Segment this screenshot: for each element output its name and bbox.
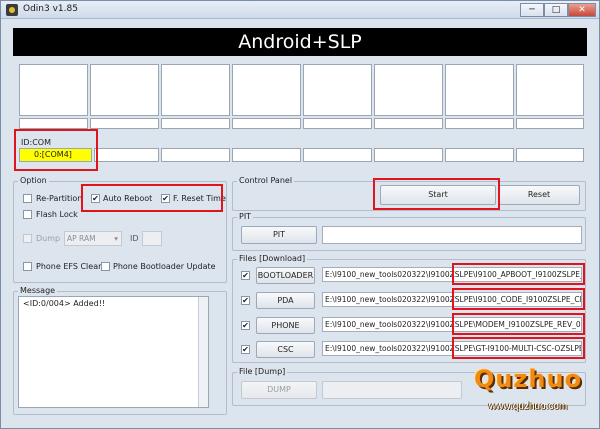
phone-bootloader-update-checkbox[interactable]: [101, 262, 110, 271]
message-group-label: Message: [18, 286, 58, 295]
pit-group-label: PIT: [237, 212, 254, 221]
ram-select[interactable]: AP RAM ▾: [64, 231, 122, 246]
message-scrollbar[interactable]: [198, 297, 208, 407]
slot-status: [303, 118, 372, 129]
com-port-field: [445, 148, 514, 162]
slot-status: [445, 118, 514, 129]
pit-path-field[interactable]: [322, 226, 582, 244]
com-port-field: [161, 148, 230, 162]
bootloader-button[interactable]: BOOTLOADER: [256, 267, 315, 284]
com-port-field: [516, 148, 584, 162]
chevron-down-icon: ▾: [114, 234, 118, 243]
id-field[interactable]: [142, 231, 162, 246]
pit-button[interactable]: PIT: [241, 226, 317, 244]
device-slot: [445, 64, 514, 116]
device-slot: [232, 64, 301, 116]
dump-button[interactable]: DUMP: [241, 381, 317, 399]
odin-app-icon: [6, 4, 18, 16]
com-port-field: [303, 148, 372, 162]
com-port-field: [374, 148, 443, 162]
dump-checkbox[interactable]: [23, 234, 32, 243]
highlight-csc-file: [452, 337, 585, 359]
phone-button[interactable]: PHONE: [256, 317, 315, 334]
id-label: ID: [130, 234, 139, 243]
phone-bootloader-update-label: Phone Bootloader Update: [113, 262, 216, 271]
highlight-phone-file: [452, 313, 585, 335]
close-button[interactable]: ✕: [568, 3, 596, 17]
re-partition-checkbox[interactable]: [23, 194, 32, 203]
slot-status: [374, 118, 443, 129]
highlight-idcom: [14, 129, 98, 171]
highlight-bootloader-file: [452, 263, 585, 285]
message-text: <ID:0/004> Added!!: [23, 299, 106, 308]
phone-efs-clear-label: Phone EFS Clear: [36, 262, 102, 271]
odin-window: Odin3 v1.85 ─ □ ✕ Android+SLP ID:COM 0:[…: [0, 0, 600, 429]
bootloader-checkbox[interactable]: ✔: [241, 271, 250, 280]
device-slot: [374, 64, 443, 116]
maximize-button[interactable]: □: [544, 3, 568, 17]
option-group-label: Option: [18, 176, 49, 185]
watermark-url: www.quzhuo.com: [488, 401, 568, 412]
dump-path-field[interactable]: [322, 381, 462, 399]
highlight-start: [373, 178, 500, 210]
ram-select-value: AP RAM: [67, 234, 96, 243]
quzhuo-watermark: Quzhuo www.quzhuo.com: [467, 361, 589, 423]
title-bar: Odin3 v1.85 ─ □ ✕: [1, 1, 599, 19]
minimize-button[interactable]: ─: [520, 3, 544, 17]
device-slot: [90, 64, 159, 116]
banner-title: Android+SLP: [13, 28, 587, 56]
com-port-field: [232, 148, 301, 162]
slot-status: [161, 118, 230, 129]
csc-checkbox[interactable]: ✔: [241, 345, 250, 354]
control-panel-label: Control Panel: [237, 176, 295, 185]
com-port-field: [94, 148, 159, 162]
slot-status: [232, 118, 301, 129]
csc-button[interactable]: CSC: [256, 341, 315, 358]
dump-label: Dump: [36, 234, 61, 243]
slot-status: [19, 118, 88, 129]
slot-status: [90, 118, 159, 129]
message-log[interactable]: <ID:0/004> Added!!: [18, 296, 209, 408]
slot-status: [516, 118, 584, 129]
highlight-pda-file: [452, 288, 585, 310]
device-slot: [516, 64, 584, 116]
file-dump-label: File [Dump]: [237, 367, 288, 376]
window-title: Odin3 v1.85: [23, 4, 78, 14]
flash-lock-checkbox[interactable]: [23, 210, 32, 219]
watermark-word: Quzhuo: [473, 365, 583, 393]
highlight-options: [81, 184, 223, 212]
reset-button[interactable]: Reset: [498, 185, 580, 205]
files-download-label: Files [Download]: [237, 254, 308, 263]
phone-checkbox[interactable]: ✔: [241, 321, 250, 330]
flash-lock-label: Flash Lock: [36, 210, 78, 219]
device-slot: [303, 64, 372, 116]
device-slot: [161, 64, 230, 116]
re-partition-label: Re-Partition: [36, 194, 83, 203]
device-slot: [19, 64, 88, 116]
pda-checkbox[interactable]: ✔: [241, 296, 250, 305]
pda-button[interactable]: PDA: [256, 292, 315, 309]
phone-efs-clear-checkbox[interactable]: [23, 262, 32, 271]
